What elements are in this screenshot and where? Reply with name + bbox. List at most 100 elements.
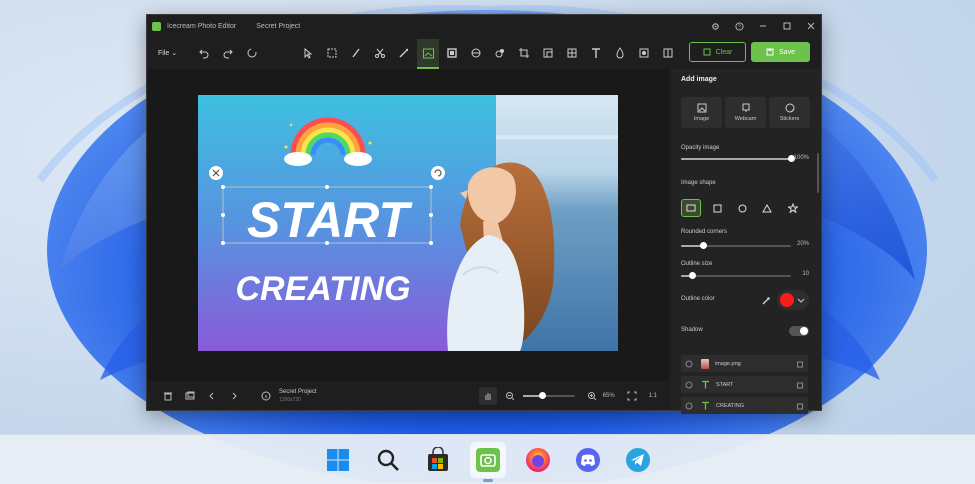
- watermark-icon[interactable]: [633, 42, 655, 64]
- panel-title: Add image: [681, 76, 717, 83]
- gallery-icon[interactable]: [181, 387, 199, 405]
- layer-item[interactable]: START: [681, 376, 808, 393]
- visibility-eye-icon[interactable]: [685, 360, 693, 368]
- delete-layer-icon[interactable]: [796, 402, 804, 410]
- clear-button[interactable]: Clear: [689, 42, 746, 62]
- collage-grid-icon[interactable]: [561, 42, 583, 64]
- search-icon[interactable]: [370, 442, 406, 478]
- close-icon[interactable]: [805, 20, 817, 32]
- layer-item[interactable]: image.png: [681, 355, 808, 372]
- bottom-bar: Secret Project 1280x720 65% 1:1: [147, 381, 669, 410]
- batch-icon[interactable]: [657, 42, 679, 64]
- shape-rectangle-option[interactable]: [681, 199, 701, 217]
- zoom-out-icon[interactable]: [501, 387, 519, 405]
- help-icon[interactable]: ?: [733, 20, 745, 32]
- selection-delete-icon[interactable]: [209, 166, 223, 180]
- add-stickers-button[interactable]: Stickers: [769, 97, 810, 128]
- effects-icon[interactable]: [489, 42, 511, 64]
- undo-icon[interactable]: [193, 42, 215, 64]
- canvas-text-start[interactable]: START: [247, 192, 413, 248]
- info-icon[interactable]: [257, 387, 275, 405]
- opacity-slider[interactable]: [681, 155, 795, 162]
- shape-star-option[interactable]: [783, 199, 803, 217]
- discord-icon[interactable]: [570, 442, 606, 478]
- app-window: Icecream Photo Editor Secret Project ? F…: [146, 14, 822, 414]
- delete-layer-icon[interactable]: [796, 360, 804, 368]
- canvas-area[interactable]: START CREATING: [147, 69, 669, 381]
- add-image-tool-icon[interactable]: [417, 39, 440, 69]
- image-shape-label: Image shape: [681, 180, 716, 186]
- save-icon: [766, 48, 774, 56]
- text-layer-icon: [702, 380, 709, 389]
- chevron-down-icon: [797, 298, 805, 303]
- hand-pan-icon[interactable]: [478, 386, 497, 405]
- resize-icon[interactable]: [537, 42, 559, 64]
- zoom-slider[interactable]: [522, 391, 575, 399]
- maximize-icon[interactable]: [781, 20, 793, 32]
- layer-thumbnail: [701, 358, 709, 369]
- marquee-select-icon[interactable]: [321, 42, 343, 64]
- zoom-slider-knob[interactable]: [538, 391, 546, 399]
- project-size: 1280x720: [279, 396, 301, 403]
- telegram-icon[interactable]: [620, 442, 656, 478]
- save-button[interactable]: Save: [751, 42, 810, 62]
- store-icon[interactable]: [420, 442, 456, 478]
- prev-chevron-icon[interactable]: [203, 387, 221, 405]
- outline-size-value: 10: [802, 271, 809, 277]
- color-drop-icon[interactable]: [609, 42, 631, 64]
- delete-trash-icon[interactable]: [159, 387, 177, 405]
- canvas-text-creating[interactable]: CREATING: [235, 270, 410, 308]
- text-layer-icon: [702, 401, 709, 410]
- firefox-icon[interactable]: [520, 442, 556, 478]
- shadow-toggle[interactable]: [789, 326, 809, 336]
- reset-icon[interactable]: [241, 42, 263, 64]
- svg-text:?: ?: [738, 24, 741, 30]
- image-icon: [697, 103, 706, 113]
- opacity-label: Opacity image: [681, 145, 720, 151]
- rounded-corners-label: Rounded corners: [681, 229, 728, 235]
- photo-editor-taskbar-icon[interactable]: [469, 441, 506, 482]
- actual-size-button[interactable]: 1:1: [649, 393, 657, 399]
- canvas-image[interactable]: START CREATING: [198, 95, 618, 351]
- shadow-label: Shadow: [681, 327, 703, 333]
- add-webcam-button[interactable]: Webcam: [725, 97, 766, 128]
- outline-size-slider[interactable]: [681, 272, 791, 279]
- visibility-eye-icon[interactable]: [685, 381, 693, 389]
- brush-icon[interactable]: [345, 42, 367, 64]
- shape-triangle-option[interactable]: [757, 199, 777, 217]
- visibility-eye-icon[interactable]: [685, 402, 693, 410]
- minimize-icon[interactable]: [757, 20, 769, 32]
- magic-wand-icon[interactable]: [393, 42, 415, 64]
- next-chevron-icon[interactable]: [225, 387, 243, 405]
- outline-color-swatch: [780, 293, 794, 307]
- settings-gear-icon[interactable]: [709, 20, 721, 32]
- redo-icon[interactable]: [217, 42, 239, 64]
- delete-layer-icon[interactable]: [796, 381, 804, 389]
- outline-color-picker[interactable]: [777, 290, 809, 310]
- filter-globe-icon[interactable]: [465, 42, 487, 64]
- selection-rotate-icon[interactable]: [431, 166, 445, 180]
- shape-circle-option[interactable]: [732, 199, 752, 217]
- file-menu[interactable]: File ⌄: [158, 49, 177, 57]
- eyedropper-icon[interactable]: [757, 292, 773, 308]
- select-cursor-icon[interactable]: [297, 42, 319, 64]
- zoom-in-icon[interactable]: [583, 387, 601, 405]
- text-tool-icon[interactable]: [585, 42, 607, 64]
- outline-size-slider-knob[interactable]: [689, 272, 696, 279]
- cut-scissors-icon[interactable]: [369, 42, 391, 64]
- crop-icon[interactable]: [513, 42, 535, 64]
- shape-square-option[interactable]: [707, 199, 727, 217]
- add-image-button[interactable]: Image: [681, 97, 722, 128]
- layer-item[interactable]: CREATING: [681, 397, 808, 414]
- start-windows-icon[interactable]: [320, 442, 356, 478]
- app-title: Icecream Photo Editor: [167, 22, 237, 30]
- fit-screen-icon[interactable]: [623, 387, 641, 405]
- webcam-icon: [742, 103, 749, 112]
- panel-scrollbar[interactable]: [817, 153, 819, 193]
- rounded-corners-slider[interactable]: [681, 242, 791, 249]
- sticker-icon: [785, 103, 794, 113]
- app-logo-icon: [152, 21, 161, 31]
- rounded-corners-slider-knob[interactable]: [700, 242, 707, 249]
- frame-icon[interactable]: [441, 42, 463, 64]
- project-name: Secret Project: [279, 388, 317, 395]
